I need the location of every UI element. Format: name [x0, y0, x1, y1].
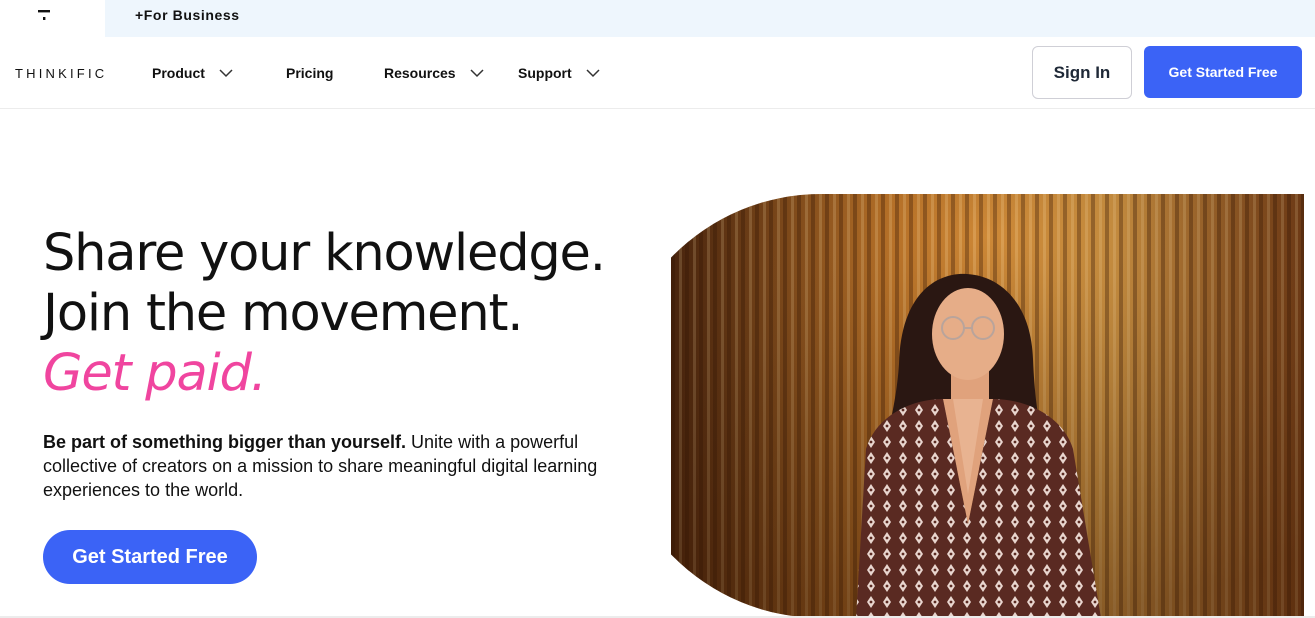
- chevron-down-icon: [586, 69, 600, 78]
- hero-line-3-accent: Get paid.: [43, 344, 267, 403]
- hero-subtext-bold: Be part of something bigger than yoursel…: [43, 432, 407, 452]
- nav-item-resources[interactable]: Resources: [384, 65, 484, 81]
- hero-heading: Share your knowledge. Join the movement.…: [43, 224, 606, 404]
- hero-line-1: Share your knowledge.: [43, 224, 606, 283]
- get-started-hero-button[interactable]: Get Started Free: [43, 530, 257, 584]
- get-started-nav-button[interactable]: Get Started Free: [1144, 46, 1302, 98]
- for-business-tab[interactable]: +For Business: [105, 0, 1315, 37]
- hero-photo: [671, 194, 1304, 618]
- home-tab[interactable]: [0, 0, 105, 37]
- nav-item-label: Support: [518, 65, 572, 81]
- thinkific-mark-icon: [38, 10, 50, 20]
- nav-item-label: Product: [152, 65, 205, 81]
- nav-item-label: Resources: [384, 65, 456, 81]
- chevron-down-icon: [470, 69, 484, 78]
- nav-item-pricing[interactable]: Pricing: [286, 65, 333, 81]
- for-business-label: +For Business: [135, 7, 240, 23]
- nav-item-product[interactable]: Product: [152, 65, 233, 81]
- thinkific-logo[interactable]: THINKIFIC: [15, 66, 107, 81]
- sign-in-button[interactable]: Sign In: [1032, 46, 1132, 99]
- nav-item-label: Pricing: [286, 65, 334, 81]
- main-nav: THINKIFIC Product Pricing Resources Supp…: [0, 37, 1315, 109]
- chevron-down-icon: [219, 69, 233, 78]
- hero-subtext: Be part of something bigger than yoursel…: [43, 430, 623, 502]
- nav-item-support[interactable]: Support: [518, 65, 600, 81]
- top-strip: +For Business: [0, 0, 1315, 37]
- hero-line-2: Join the movement.: [43, 284, 523, 343]
